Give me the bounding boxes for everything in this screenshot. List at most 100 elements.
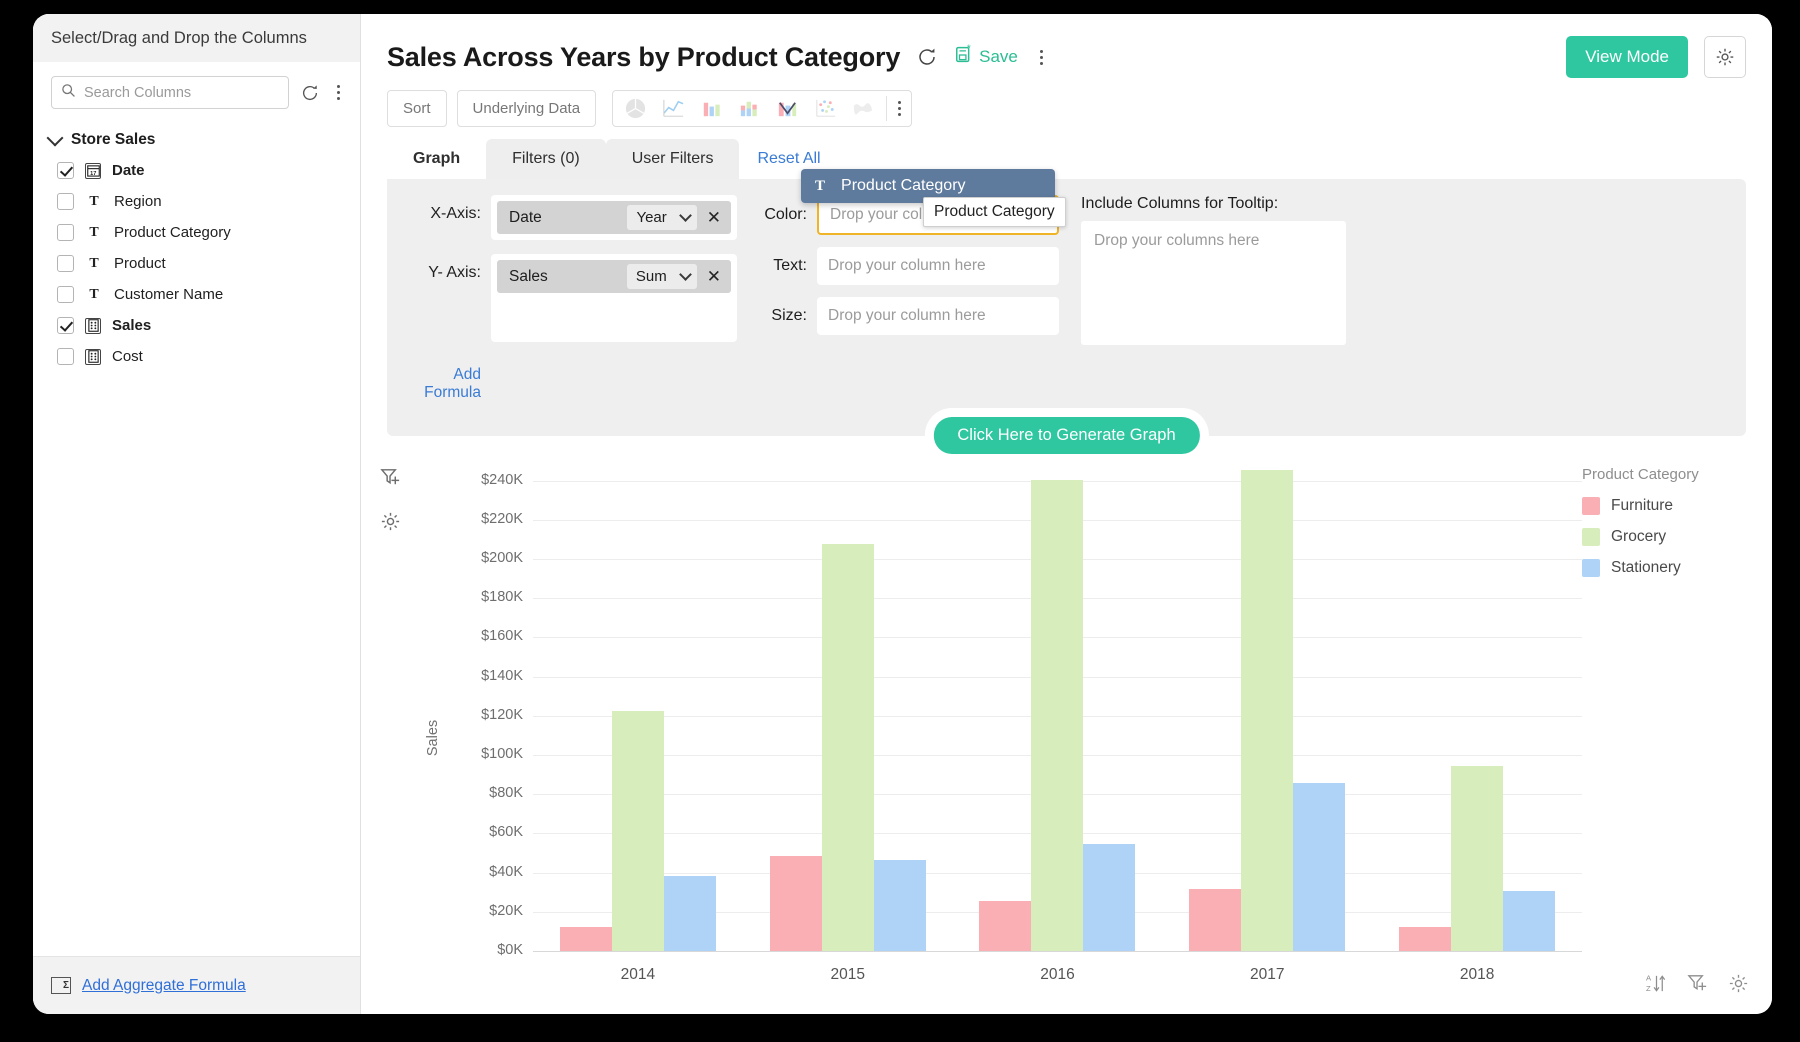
size-dropzone[interactable]: Drop your column here [817,297,1059,335]
toolbar-more-icon[interactable] [892,99,907,118]
map-chart-icon[interactable] [845,93,881,124]
view-mode-button[interactable]: View Mode [1566,36,1688,78]
bar[interactable] [560,927,612,952]
bar[interactable] [1451,766,1503,952]
marks-column: Color: Drop your column here Text: Drop … [759,195,1059,416]
y-axis-label: Y- Axis: [407,254,481,282]
column-item[interactable]: TProduct [33,248,360,279]
x-axis-tick-labels: 20142015201620172018 [533,966,1582,984]
y-axis-dropzone[interactable]: Sales Sum ✕ [491,254,737,342]
bar[interactable] [770,856,822,952]
column-checkbox[interactable] [57,224,74,241]
chart-toolbar: Sort Underlying Data [361,84,1772,127]
y-axis-tick-label: $160K [481,628,523,644]
bar[interactable] [664,876,716,952]
bar[interactable] [1293,783,1345,952]
generate-graph-button[interactable]: Click Here to Generate Graph [933,417,1199,454]
stacked-bar-chart-icon[interactable] [731,93,767,124]
x-axis-remove-icon[interactable]: ✕ [705,208,723,228]
bar[interactable] [979,901,1031,952]
line-chart-icon[interactable] [655,93,691,124]
search-columns-box[interactable] [51,76,289,109]
x-axis-tick-label: 2015 [743,966,953,984]
settings-button[interactable] [1704,36,1746,78]
chart-footer-settings-icon[interactable] [1727,972,1750,1000]
combo-chart-icon[interactable] [769,93,805,124]
add-filter-icon[interactable] [379,466,402,494]
search-icon [61,83,76,103]
add-formula-row: Add Formula [407,356,737,402]
x-axis-aggregation-select[interactable]: Year [627,205,696,230]
column-label: Product Category [114,224,231,241]
sort-button[interactable]: Sort [387,90,447,127]
search-input[interactable] [84,85,279,101]
refresh-icon[interactable] [299,82,321,104]
y-axis-aggregation-select[interactable]: Sum [627,264,697,289]
refresh-icon[interactable] [916,46,938,68]
save-button[interactable]: * Save [954,44,1018,71]
drag-ghost-label: Product Category [841,177,966,195]
scatter-chart-icon[interactable] [807,93,843,124]
column-item[interactable]: TProduct Category [33,217,360,248]
tab-graph[interactable]: Graph [387,139,486,179]
legend-item[interactable]: Stationery [1582,559,1762,577]
add-filter-icon[interactable] [1686,972,1709,1000]
column-item[interactable]: TCustomer Name [33,279,360,310]
column-checkbox[interactable] [57,255,74,272]
column-checkbox[interactable] [57,286,74,303]
pie-chart-icon[interactable] [617,93,653,124]
column-item[interactable]: Sales [33,310,360,341]
x-axis-pill[interactable]: Date Year ✕ [497,201,731,234]
bar[interactable] [822,544,874,952]
header-more-icon[interactable] [1034,48,1049,67]
sidebar-header: Select/Drag and Drop the Columns [33,14,360,62]
header-bar: Sales Across Years by Product Category *… [361,14,1772,84]
tree-root-label: Store Sales [71,131,155,149]
y-axis-remove-icon[interactable]: ✕ [705,267,723,287]
x-axis-tick-label: 2018 [1372,966,1582,984]
column-checkbox[interactable] [57,162,74,179]
svg-text:Z: Z [1646,984,1651,993]
y-axis-tick-label: $80K [489,785,523,801]
legend-label: Stationery [1611,559,1681,577]
bar[interactable] [1241,470,1293,952]
bar[interactable] [1083,844,1135,952]
column-label: Customer Name [114,286,223,303]
bar[interactable] [874,860,926,952]
tab-user-filters[interactable]: User Filters [606,139,740,179]
bar[interactable] [612,711,664,952]
underlying-data-button[interactable]: Underlying Data [457,90,597,127]
column-checkbox[interactable] [57,317,74,334]
legend-item[interactable]: Furniture [1582,497,1762,515]
column-item[interactable]: TRegion [33,186,360,217]
bar[interactable] [1399,927,1451,952]
x-axis-dropzone[interactable]: Date Year ✕ [491,195,737,240]
column-item[interactable]: Cost [33,341,360,372]
bar[interactable] [1031,480,1083,952]
add-formula-link[interactable]: Add Formula [407,356,481,402]
column-checkbox[interactable] [57,193,74,210]
y-axis-pill[interactable]: Sales Sum ✕ [497,260,731,293]
chart-bottom-toolbar: AZ [1645,972,1750,1000]
add-aggregate-formula-link[interactable]: Add Aggregate Formula [82,977,246,995]
text-label: Text: [759,257,807,275]
bar[interactable] [1503,891,1555,952]
bar-chart-icon[interactable] [693,93,729,124]
sidebar-more-icon[interactable] [331,83,346,102]
column-checkbox[interactable] [57,348,74,365]
y-axis-tick-label: $140K [481,668,523,684]
tree-root-store-sales[interactable]: Store Sales [33,127,360,155]
column-item[interactable]: 17Date [33,155,360,186]
y-axis-tick-label: $240K [481,472,523,488]
tab-filters[interactable]: Filters (0) [486,139,606,179]
bar[interactable] [1189,889,1241,952]
tooltip-dropzone[interactable]: Drop your columns here [1081,221,1346,345]
y-axis-row: Y- Axis: Sales Sum ✕ [407,254,737,342]
y-axis-title: Sales [425,720,441,756]
text-type-icon: T [85,193,103,211]
chart-settings-icon[interactable] [379,510,402,538]
text-row: Text: Drop your column here [759,247,1059,285]
text-dropzone[interactable]: Drop your column here [817,247,1059,285]
sort-az-icon[interactable]: AZ [1645,972,1668,1000]
legend-item[interactable]: Grocery [1582,528,1762,546]
